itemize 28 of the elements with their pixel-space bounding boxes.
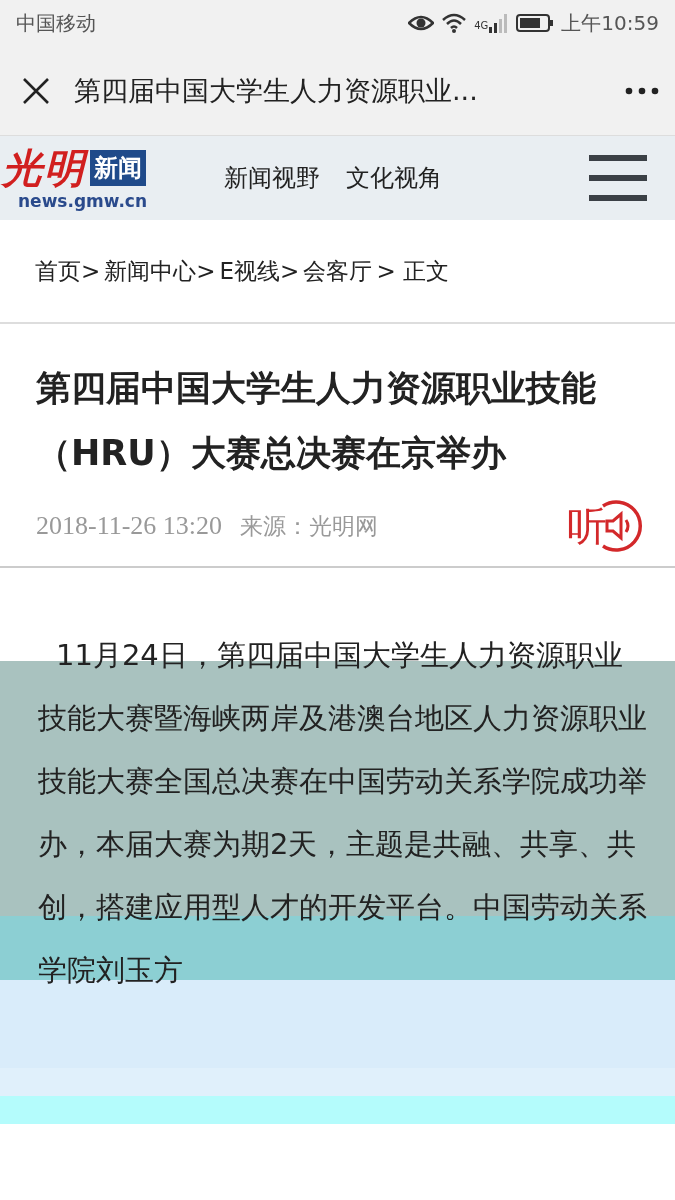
network-type: 4G <box>474 19 489 31</box>
wifi-icon <box>441 13 468 33</box>
more-button[interactable] <box>625 86 659 95</box>
logo-badge: 新闻 <box>90 150 146 186</box>
breadcrumb-link[interactable]: E视线> <box>219 255 300 287</box>
carrier-name: 中国移动 <box>16 9 96 37</box>
page-title: 第四届中国大学生人力资源职业... <box>74 73 479 108</box>
nav-link[interactable]: 新闻视野 <box>224 162 320 194</box>
breadcrumb-link[interactable]: 会客厅 <box>303 255 373 287</box>
close-button[interactable] <box>22 76 50 105</box>
article-title: 第四届中国大学生人力资源职业技能（HRU）大赛总决赛在京举办 <box>36 367 597 475</box>
clock-time: 上午10:59 <box>561 9 659 37</box>
signal-icon <box>489 13 510 33</box>
listen-button[interactable]: 听 <box>567 500 643 552</box>
eye-icon <box>408 14 435 32</box>
battery-icon <box>516 13 555 33</box>
publish-date: 2018-11-26 13:20 <box>36 511 223 541</box>
nav-link[interactable]: 文化视角 <box>346 162 442 194</box>
menu-icon <box>589 155 647 201</box>
more-icon <box>625 86 659 95</box>
logo-domain: news.gmw.cn <box>18 191 149 211</box>
article-paragraph: 11月24日，第四届中国大学生人力资源职业技能大赛暨海峡两岸及港澳台地区人力资源职业技能大赛全国总决赛在中国劳动关系学院成功举办，本届大赛为期2天，主题是共融、共享、共创，搭建应用型人才的开发平台。中国劳动关系学院刘玉方 <box>37 637 648 989</box>
breadcrumb-link[interactable]: 新闻中心> <box>104 255 216 287</box>
menu-button[interactable] <box>589 155 647 201</box>
article-source: 来源：光明网 <box>240 511 379 541</box>
breadcrumb-link[interactable]: 首页> <box>35 255 101 287</box>
breadcrumb-link[interactable]: > 正文 <box>376 255 449 287</box>
close-icon <box>22 76 50 105</box>
